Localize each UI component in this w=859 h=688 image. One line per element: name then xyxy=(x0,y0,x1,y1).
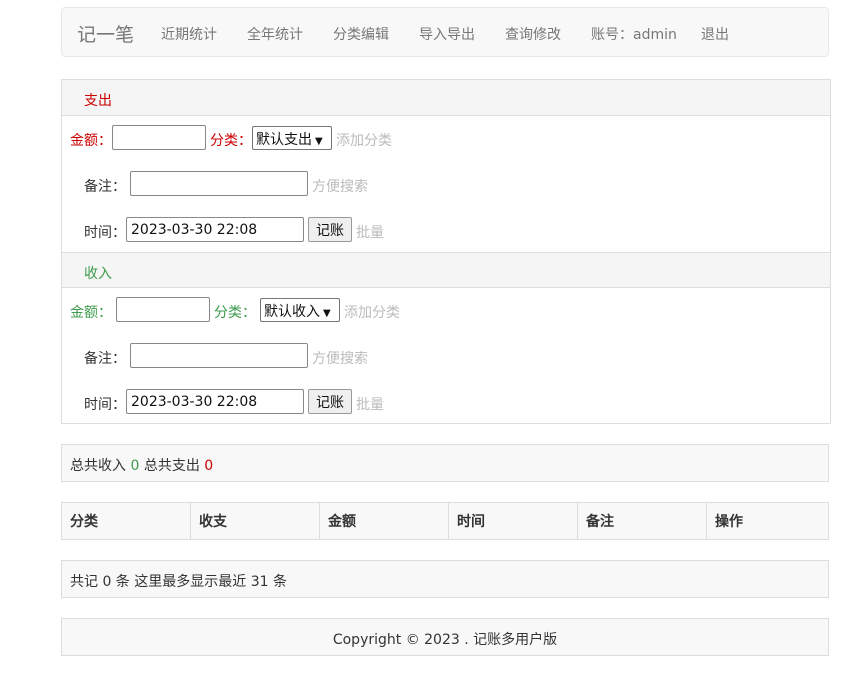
records-summary: 共记 0 条 这里最多显示最近 31 条 xyxy=(61,560,829,598)
expense-submit-button[interactable]: 记账 xyxy=(308,217,352,242)
expense-heading-title: 支出 xyxy=(84,93,112,109)
expense-category-label: 分类： xyxy=(210,133,252,149)
nav-account[interactable]: 账号：admin xyxy=(591,24,677,44)
expense-note-label: 备注： xyxy=(84,179,126,195)
summary-text: 共记 0 条 这里最多显示最近 31 条 xyxy=(70,574,287,590)
col-note: 备注 xyxy=(577,502,707,540)
expense-category-value: 默认支出 xyxy=(256,132,312,148)
col-amount: 金额 xyxy=(319,502,449,540)
income-heading-title: 收入 xyxy=(84,266,112,282)
top-navbar: 记一笔 近期统计 全年统计 分类编辑 导入导出 查询修改 账号：admin 退出 xyxy=(61,7,829,57)
nav-category-edit[interactable]: 分类编辑 xyxy=(333,24,389,44)
nav-recent-stats[interactable]: 近期统计 xyxy=(161,24,217,44)
income-amount-label: 金额： xyxy=(70,305,112,321)
total-income-value: 0 xyxy=(130,458,140,474)
col-time: 时间 xyxy=(448,502,578,540)
expense-amount-input[interactable] xyxy=(112,125,206,150)
entry-panel: 支出 金额： 分类： 默认支出▼ 添加分类 备注： 方便搜索 时间： 记账 批量… xyxy=(61,79,831,424)
income-note-label: 备注： xyxy=(84,351,126,367)
income-heading: 收入 xyxy=(62,252,830,288)
copyright-text: Copyright © 2023 . 记账多用户版 xyxy=(332,632,558,648)
total-income-label: 总共收入 xyxy=(70,458,126,474)
total-expense-value: 0 xyxy=(204,458,214,474)
totals-bar: 总共收入 0 总共支出 0 xyxy=(61,444,829,482)
income-amount-input[interactable] xyxy=(116,297,210,322)
total-expense-label: 总共支出 xyxy=(143,458,200,474)
table-header-row: 分类 收支 金额 时间 备注 操作 xyxy=(61,502,829,540)
expense-add-category-link[interactable]: 添加分类 xyxy=(336,130,392,150)
expense-time-input[interactable] xyxy=(126,217,304,242)
expense-amount-label: 金额： xyxy=(70,133,112,149)
expense-note-hint: 方便搜索 xyxy=(312,179,368,195)
nav-import-export[interactable]: 导入导出 xyxy=(419,24,475,44)
income-category-label: 分类： xyxy=(214,305,256,321)
income-category-value: 默认收入 xyxy=(264,304,320,320)
income-note-hint: 方便搜索 xyxy=(312,351,368,367)
income-add-category-link[interactable]: 添加分类 xyxy=(344,302,400,322)
footer: Copyright © 2023 . 记账多用户版 xyxy=(61,618,829,656)
col-actions: 操作 xyxy=(706,502,829,540)
nav-logout[interactable]: 退出 xyxy=(701,24,729,44)
expense-time-label: 时间： xyxy=(84,225,126,241)
income-time-label: 时间： xyxy=(84,397,126,413)
col-category: 分类 xyxy=(61,502,191,540)
income-time-input[interactable] xyxy=(126,389,304,414)
nav-query-edit[interactable]: 查询修改 xyxy=(505,24,561,44)
records-table: 分类 收支 金额 时间 备注 操作 xyxy=(61,502,829,540)
expense-note-input[interactable] xyxy=(130,171,308,196)
income-submit-button[interactable]: 记账 xyxy=(308,389,352,414)
nav-yearly-stats[interactable]: 全年统计 xyxy=(247,24,303,44)
expense-category-select[interactable]: 默认支出 ▼ xyxy=(252,126,332,150)
col-type: 收支 xyxy=(190,502,320,540)
income-note-input[interactable] xyxy=(130,343,308,368)
income-category-select[interactable]: 默认收入 ▼ xyxy=(260,298,340,322)
chevron-down-icon: ▼ xyxy=(315,136,323,147)
chevron-down-icon: ▼ xyxy=(323,308,331,319)
expense-batch-link[interactable]: 批量 xyxy=(356,222,384,242)
expense-heading: 支出 xyxy=(62,80,830,116)
income-batch-link[interactable]: 批量 xyxy=(356,394,384,414)
totals-text: 总共收入 0 总共支出 0 xyxy=(70,455,213,475)
brand-logo[interactable]: 记一笔 xyxy=(77,20,134,47)
